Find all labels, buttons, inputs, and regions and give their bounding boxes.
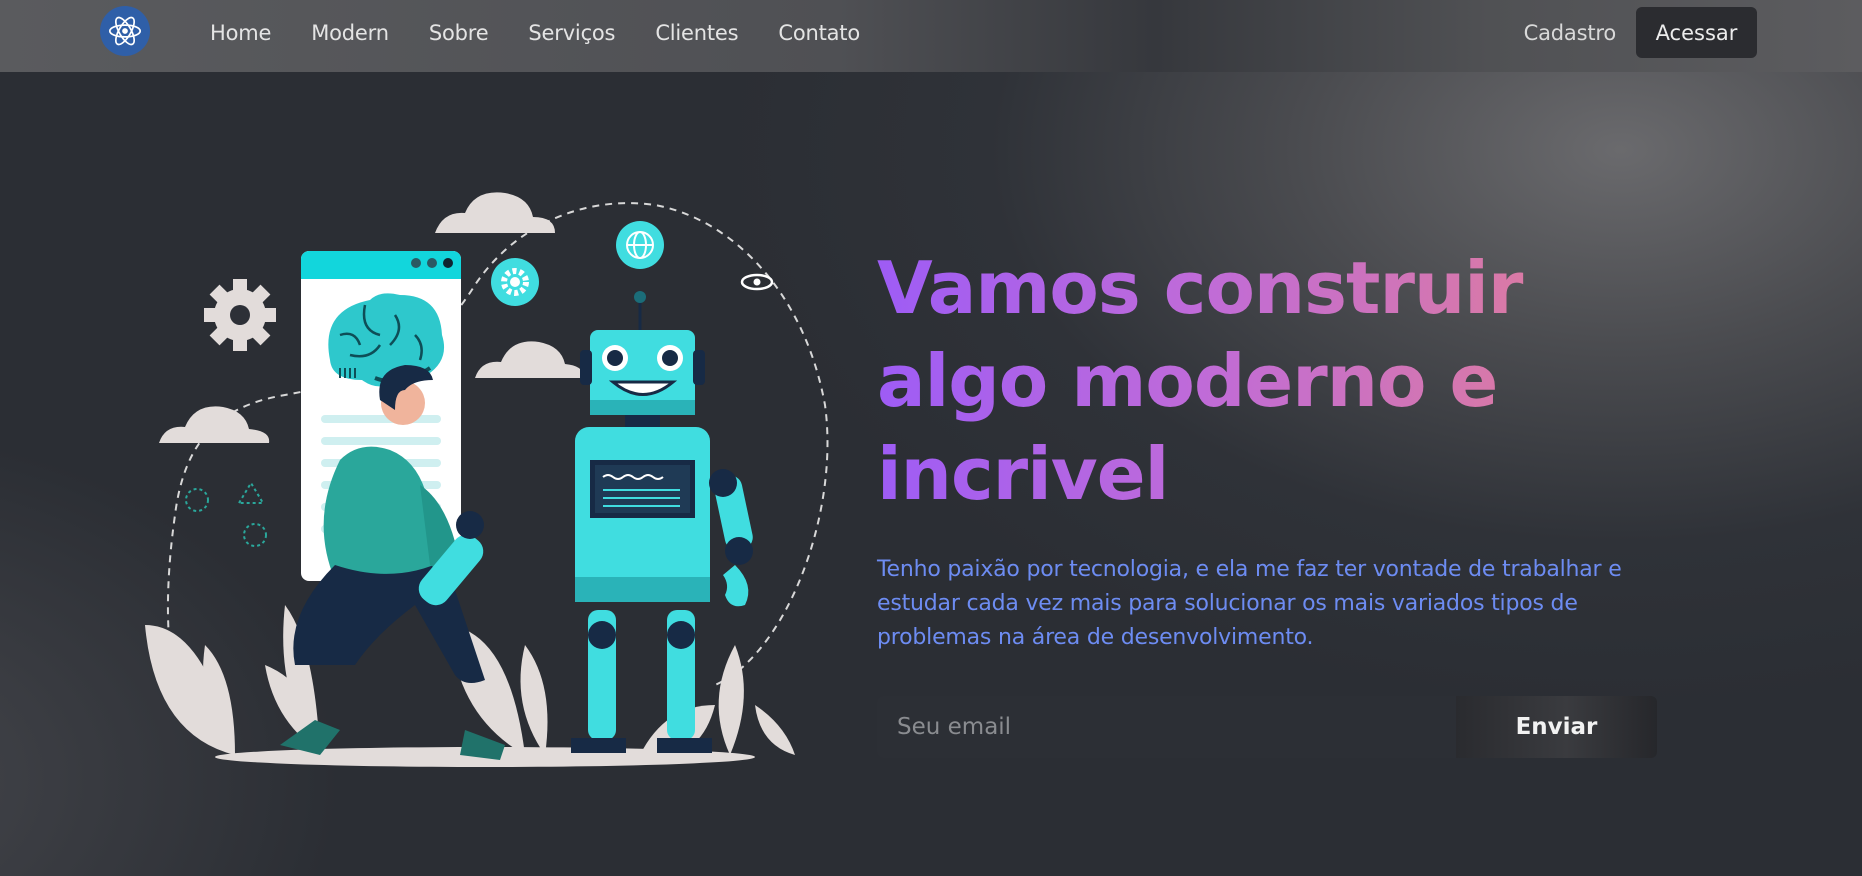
send-button[interactable]: Enviar bbox=[1456, 696, 1657, 758]
nav-contato-link[interactable]: Contato bbox=[778, 21, 860, 45]
nav-home-link[interactable]: Home bbox=[210, 21, 271, 45]
navbar: Home Modern Sobre Serviços Clientes Cont… bbox=[0, 0, 1862, 72]
signup-link[interactable]: Cadastro bbox=[1524, 21, 1617, 45]
main-nav: Home Modern Sobre Serviços Clientes Cont… bbox=[210, 0, 860, 66]
developer-with-robot-illustration bbox=[135, 185, 835, 775]
eye-icon bbox=[740, 273, 774, 291]
hero-description: Tenho paixão por tecnologia, e ela me fa… bbox=[877, 557, 1622, 650]
nav-servicos-link[interactable]: Serviços bbox=[528, 21, 615, 45]
email-input[interactable] bbox=[877, 696, 1456, 758]
react-atom-icon[interactable] bbox=[100, 6, 150, 56]
nav-sobre-link[interactable]: Sobre bbox=[429, 21, 489, 45]
gear-icon bbox=[204, 279, 276, 351]
nav-clientes-link[interactable]: Clientes bbox=[655, 21, 738, 45]
globe-icon bbox=[616, 221, 664, 269]
gear-bubble-icon bbox=[491, 258, 539, 306]
nav-modern-link[interactable]: Modern bbox=[311, 21, 389, 45]
hero-title: Vamos construir algo moderno e incrivel bbox=[877, 242, 1597, 521]
subscribe-form: Enviar bbox=[877, 696, 1657, 758]
auth-actions: Cadastro Acessar bbox=[1524, 7, 1757, 58]
login-button[interactable]: Acessar bbox=[1636, 7, 1757, 58]
